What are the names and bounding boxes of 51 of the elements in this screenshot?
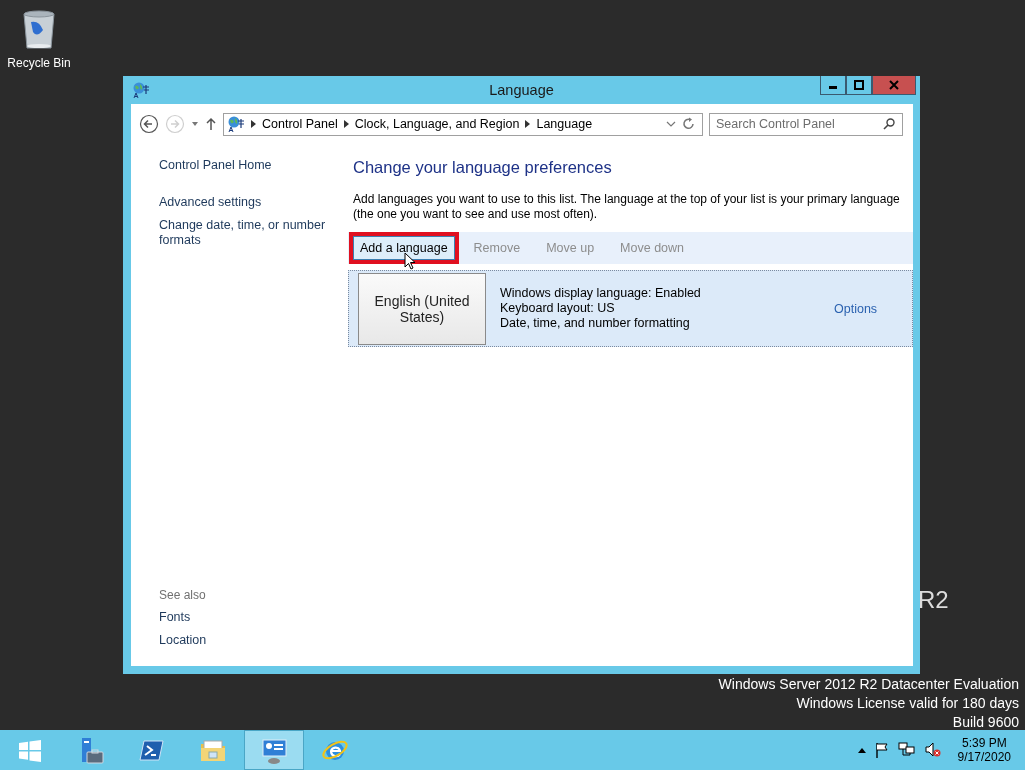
back-button[interactable] [139,114,159,134]
language-globe-icon [132,81,150,99]
muted-speaker-icon[interactable] [924,742,941,758]
branding-text: Windows License valid for 180 days [796,695,1019,711]
breadcrumb-arrow-icon [343,120,349,128]
breadcrumb-arrow-icon [251,120,256,128]
maximize-icon [854,80,864,90]
breadcrumb-arrow-icon [525,120,531,128]
search-field[interactable]: Search Control Panel [709,112,903,136]
options-link[interactable]: Options [834,301,878,316]
branding-text: R2 [918,586,949,614]
desktop-icon[interactable]: Recycle Bin [4,8,74,70]
desktop-icon-label: Recycle Bin [7,56,71,70]
branding-text: Windows Server 2012 R2 Datacenter Evaluation [718,676,1019,692]
taskbar-button[interactable] [244,730,304,770]
maximize-button[interactable] [846,76,872,95]
language-name-button[interactable]: English (United States) [358,272,486,345]
clock-time: 5:39 PM [961,736,1007,750]
close-icon [889,80,899,90]
breadcrumb-item[interactable]: Control Panel [262,117,338,131]
see-also-heading: See also [159,588,207,602]
breadcrumb-item[interactable]: Language [536,117,593,131]
window-title: Language [489,82,554,98]
breadcrumb-item[interactable]: Clock, Language, and Region [354,117,520,131]
language-detail: Keyboard layout: US [500,301,616,316]
clock[interactable]: 5:39 PM 9/17/2020 [957,736,1011,764]
description-text: Add languages you want to use to this list. The language at the top of your list is your primary language (the one you want to see and use most often). [353,192,901,222]
language-globe-icon [227,115,245,133]
clock-date: 9/17/2020 [957,750,1011,764]
dropdown-caret-icon[interactable] [191,120,199,128]
sidebar-link[interactable]: Control Panel Home [159,158,339,173]
sidebar-link[interactable]: Location [159,633,339,648]
dropdown-caret-icon[interactable] [666,120,676,128]
language-row[interactable]: English (United States) Windows display language: Enabled Keyboard layout: US Date, time, and number formatting Options [348,270,913,347]
network-icon[interactable] [897,742,916,758]
flag-icon[interactable] [874,742,889,758]
branding-text: Build 9600 [952,714,1019,730]
address-bar[interactable]: Control Panel Clock, Language, and Region Language [223,112,703,136]
search-icon [883,117,895,130]
sidebar-link[interactable]: Change date, time, or number formats [159,218,339,248]
language-detail: Windows display language: Enabled [500,286,702,301]
page-heading: Change your language preferences [353,158,613,177]
refresh-icon[interactable] [682,117,696,131]
sidebar-link[interactable]: Advanced settings [159,195,339,210]
show-hidden-icons-icon[interactable] [857,747,866,753]
close-button[interactable] [872,76,916,95]
language-detail: Date, time, and number formatting [500,316,691,331]
up-arrow-icon[interactable] [205,117,217,131]
minimize-button[interactable] [820,76,846,95]
control-panel-icon [260,736,288,764]
sidebar-link[interactable]: Fonts [159,610,339,625]
